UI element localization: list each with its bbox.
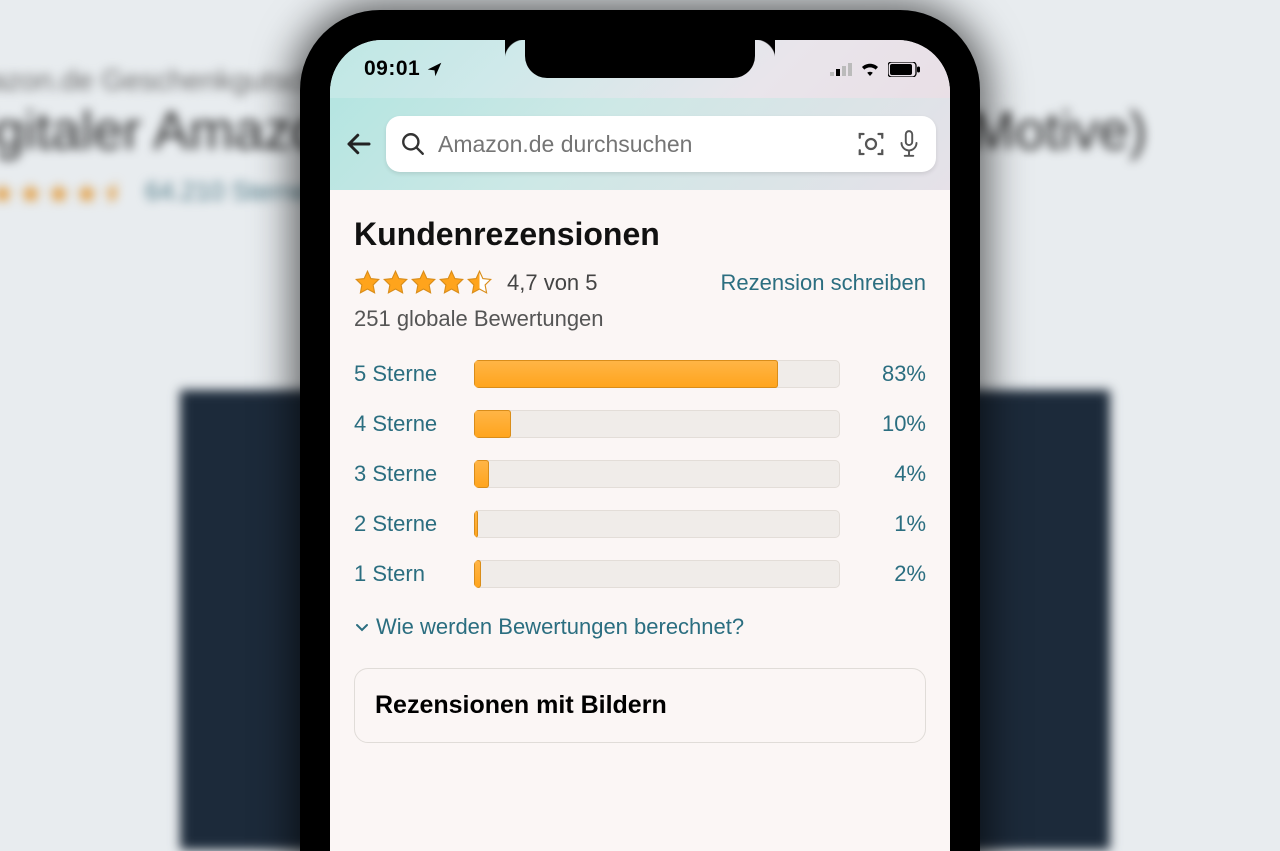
photos-heading: Rezensionen mit Bildern xyxy=(375,691,905,720)
camera-scan-icon[interactable] xyxy=(856,129,886,159)
breakdown-pct: 1% xyxy=(860,511,926,537)
breakdown-bar xyxy=(474,460,840,488)
breakdown-pct: 10% xyxy=(860,411,926,437)
breakdown-pct: 2% xyxy=(860,561,926,587)
bg-stars: ★★★★⯨ xyxy=(0,173,120,221)
location-icon xyxy=(426,61,443,78)
rating-score: 4,7 von 5 xyxy=(507,270,598,296)
status-time: 09:01 xyxy=(364,57,420,81)
app-header xyxy=(330,98,950,190)
reviews-heading: Kundenrezensionen xyxy=(354,216,926,253)
search-icon xyxy=(400,131,426,157)
battery-icon xyxy=(888,62,920,77)
back-icon[interactable] xyxy=(344,129,374,159)
signal-icon xyxy=(830,62,852,76)
reviews-with-photos-card[interactable]: Rezensionen mit Bildern xyxy=(354,668,926,743)
breakdown-row[interactable]: 3 Sterne 4% xyxy=(354,460,926,488)
breakdown-row[interactable]: 1 Stern 2% xyxy=(354,560,926,588)
reviews-section: Kundenrezensionen 4,7 von 5 Rezension sc… xyxy=(330,190,950,851)
rating-count: 251 globale Bewertungen xyxy=(354,306,926,332)
breakdown-row[interactable]: 2 Sterne 1% xyxy=(354,510,926,538)
notch xyxy=(525,40,755,78)
rating-breakdown: 5 Sterne 83% 4 Sterne 10% 3 Sterne 4% 2 Sterne… xyxy=(354,360,926,588)
breakdown-row[interactable]: 5 Sterne 83% xyxy=(354,360,926,388)
chevron-down-icon xyxy=(354,619,370,635)
wifi-icon xyxy=(859,61,881,77)
how-calculated-link[interactable]: Wie werden Bewertungen berechnet? xyxy=(354,614,926,640)
breakdown-pct: 4% xyxy=(860,461,926,487)
star-rating xyxy=(354,269,493,296)
breakdown-label: 3 Sterne xyxy=(354,461,454,487)
breakdown-bar xyxy=(474,410,840,438)
phone-frame: 09:01 xyxy=(300,10,980,851)
breakdown-pct: 83% xyxy=(860,361,926,387)
breakdown-bar xyxy=(474,510,840,538)
search-bar[interactable] xyxy=(386,116,936,172)
breakdown-label: 4 Sterne xyxy=(354,411,454,437)
search-input[interactable] xyxy=(436,130,846,159)
write-review-link[interactable]: Rezension schreiben xyxy=(721,270,926,296)
microphone-icon[interactable] xyxy=(896,129,922,159)
bg-title-left: igitaler Amazo xyxy=(0,100,321,162)
breakdown-bar xyxy=(474,360,840,388)
breakdown-label: 5 Sterne xyxy=(354,361,454,387)
phone-screen: 09:01 xyxy=(330,40,950,851)
breakdown-bar xyxy=(474,560,840,588)
breakdown-label: 2 Sterne xyxy=(354,511,454,537)
breakdown-label: 1 Stern xyxy=(354,561,454,587)
bg-title-right: Motive) xyxy=(970,100,1147,162)
breakdown-row[interactable]: 4 Sterne 10% xyxy=(354,410,926,438)
